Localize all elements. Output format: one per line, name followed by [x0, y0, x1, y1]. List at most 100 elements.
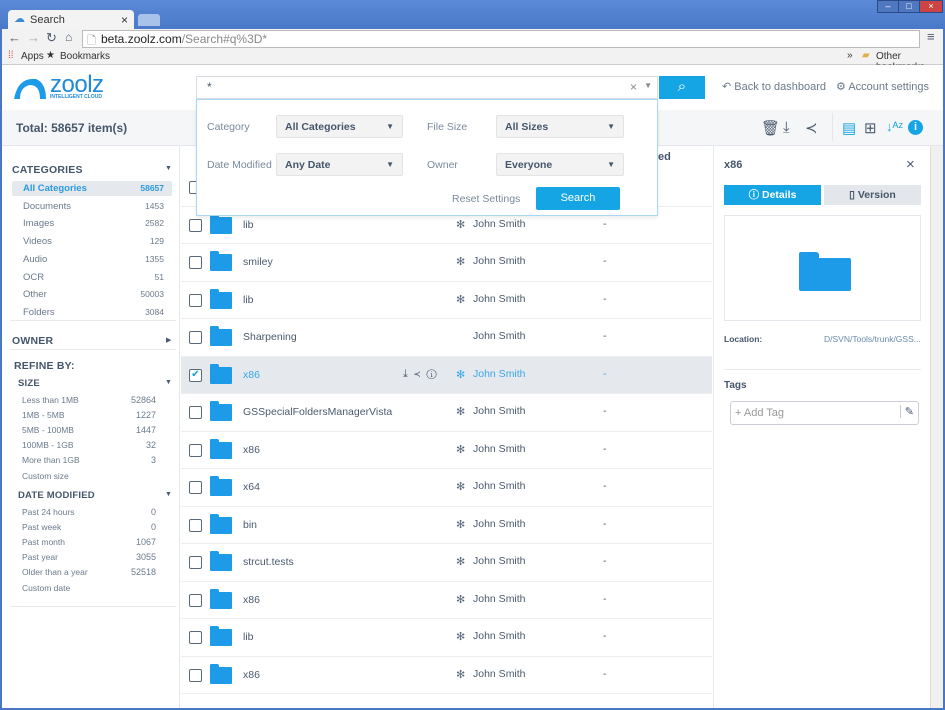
owner-heading[interactable]: OWNER [12, 335, 53, 347]
sizes-item[interactable]: 100MB - 1GB 32 [22, 440, 156, 450]
table-row[interactable]: lib ✻ John Smith - [181, 619, 712, 657]
dates-item[interactable]: Past week 0 [22, 522, 156, 532]
row-checkbox[interactable] [189, 331, 202, 344]
home-icon[interactable]: ⌂ [65, 30, 72, 44]
category-select[interactable]: All Categories ▼ [276, 115, 403, 138]
row-checkbox[interactable] [189, 518, 202, 532]
file-name[interactable]: x86 [243, 594, 260, 606]
sizes-item[interactable]: Custom size [22, 471, 156, 481]
category-item[interactable]: Videos 129 [12, 234, 172, 249]
file-name[interactable]: GSSpecialFoldersManagerVista [243, 406, 392, 418]
table-row[interactable]: Sharpening John Smith - [181, 319, 712, 357]
table-row[interactable]: strcut.tests ✻ John Smith - [181, 544, 712, 582]
row-checkbox[interactable] [189, 256, 202, 269]
tab-version[interactable]: ▯ Version [824, 185, 921, 205]
file-name[interactable]: bin [243, 519, 257, 531]
row-actions[interactable]: ⤓≺ⓘ [403, 368, 443, 381]
file-name[interactable]: lib [243, 219, 254, 231]
dates-item[interactable]: Custom date [22, 583, 156, 593]
download-icon[interactable]: ⤓ [783, 119, 790, 136]
table-row[interactable]: x64 ✻ John Smith - [181, 469, 712, 507]
dates-item[interactable]: Older than a year 52518 [22, 567, 156, 577]
file-name[interactable]: Sharpening [243, 331, 297, 343]
table-row[interactable]: x86 ✻ John Smith - [181, 657, 712, 694]
file-name[interactable]: x86 [243, 669, 260, 681]
row-checkbox[interactable] [189, 218, 202, 232]
account-settings-link[interactable]: ⚙ Account settings [836, 80, 929, 93]
close-tab-icon[interactable]: × [121, 13, 128, 27]
table-row[interactable]: x86 ✻ John Smith - [181, 432, 712, 469]
sizes-item[interactable]: Less than 1MB 52864 [22, 395, 156, 405]
maximize-button[interactable]: □ [898, 0, 920, 13]
back-icon[interactable]: ← [8, 30, 21, 45]
category-item[interactable]: Folders 3084 [12, 305, 172, 320]
sizes-item[interactable]: More than 1GB 3 [22, 455, 156, 465]
more-bookmarks-icon[interactable]: » [847, 50, 853, 61]
size-caret-icon[interactable]: ▼ [165, 379, 172, 386]
row-checkbox[interactable] [189, 481, 202, 494]
table-row[interactable]: bin ✻ John Smith - [181, 507, 712, 544]
row-checkbox[interactable] [189, 406, 202, 419]
date-modified-select[interactable]: Any Date ▼ [276, 153, 403, 176]
edit-tag-icon[interactable]: ✎ [899, 405, 914, 418]
category-item[interactable]: Audio 1355 [12, 252, 172, 267]
file-name[interactable]: smiley [243, 256, 273, 268]
file-name[interactable]: x86 [243, 444, 260, 456]
dropdown-caret-icon[interactable]: ▼ [644, 81, 652, 90]
table-row[interactable]: x86 ✻ John Smith - [181, 582, 712, 619]
file-name[interactable]: x86 [243, 369, 260, 381]
browser-tab[interactable]: ☁ Search × [8, 10, 134, 31]
category-item[interactable]: Images 2582 [12, 216, 172, 231]
row-checkbox[interactable] [189, 668, 202, 682]
info-icon[interactable]: i [908, 120, 923, 135]
expand-caret-icon[interactable]: ▶ [166, 336, 171, 344]
dates-item[interactable]: Past 24 hours 0 [22, 507, 156, 517]
category-item[interactable]: OCR 51 [12, 270, 172, 285]
search-input[interactable]: * × ▼ [196, 76, 658, 99]
back-to-dashboard-link[interactable]: ↶ Back to dashboard [722, 80, 826, 93]
collapse-caret-icon[interactable]: ▼ [165, 165, 172, 172]
row-checkbox[interactable]: ✔ [189, 368, 202, 382]
close-panel-icon[interactable]: × [906, 156, 915, 173]
list-view-icon[interactable]: ▤ [842, 119, 856, 137]
add-tag-input[interactable]: + Add Tag ✎ [730, 401, 919, 425]
row-checkbox[interactable] [189, 631, 202, 644]
file-size-select[interactable]: All Sizes ▼ [496, 115, 624, 138]
share-icon[interactable]: ≺ [805, 119, 818, 137]
new-tab-button[interactable] [138, 14, 160, 26]
scrollbar[interactable] [930, 146, 943, 708]
search-button[interactable]: ⌕ [659, 76, 705, 99]
grid-view-icon[interactable]: ⊞ [864, 119, 877, 137]
bookmark-apps[interactable]: Apps [21, 51, 44, 62]
advanced-search-button[interactable]: Search [536, 187, 620, 210]
clear-icon[interactable]: × [630, 80, 637, 94]
tab-details[interactable]: ⓘ Details [724, 185, 821, 205]
address-bar[interactable]: 🗋 beta.zoolz.com/Search#q%3D* [82, 30, 920, 48]
reset-settings-link[interactable]: Reset Settings [452, 193, 520, 205]
bookmark-bookmarks[interactable]: Bookmarks [60, 51, 110, 62]
close-window-button[interactable]: × [919, 0, 943, 13]
table-row[interactable]: GSSpecialFoldersManagerVista ✻ John Smit… [181, 394, 712, 432]
category-item[interactable]: Other 50003 [12, 287, 172, 302]
date-caret-icon[interactable]: ▼ [165, 491, 172, 498]
table-row[interactable]: ✔ x86 ⤓≺ⓘ ✻ John Smith - [181, 356, 712, 394]
file-name[interactable]: x64 [243, 481, 260, 493]
row-checkbox[interactable] [189, 593, 202, 607]
row-checkbox[interactable] [189, 443, 202, 457]
sort-az-icon[interactable]: ↓ᴬᶻ [886, 119, 903, 134]
table-row[interactable]: smiley ✻ John Smith - [181, 244, 712, 282]
file-name[interactable]: strcut.tests [243, 556, 294, 568]
minimize-button[interactable]: – [877, 0, 899, 13]
dates-item[interactable]: Past month 1067 [22, 537, 156, 547]
table-row[interactable]: lib ✻ John Smith - [181, 282, 712, 319]
row-checkbox[interactable] [189, 556, 202, 569]
owner-select[interactable]: Everyone ▼ [496, 153, 624, 176]
category-item[interactable]: Documents 1453 [12, 199, 172, 214]
trash-icon[interactable]: 🗑 [761, 119, 780, 137]
sizes-item[interactable]: 1MB - 5MB 1227 [22, 410, 156, 420]
sizes-item[interactable]: 5MB - 100MB 1447 [22, 425, 156, 435]
file-name[interactable]: lib [243, 294, 254, 306]
row-checkbox[interactable] [189, 293, 202, 307]
file-name[interactable]: lib [243, 631, 254, 643]
column-header-modified[interactable]: ed [658, 151, 671, 163]
